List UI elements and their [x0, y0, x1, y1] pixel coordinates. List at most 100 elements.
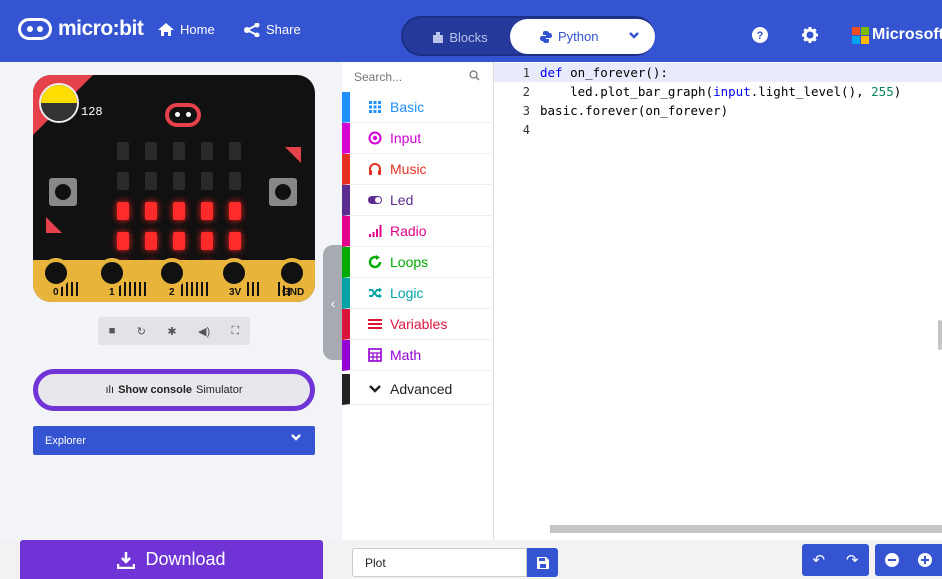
- pin-2[interactable]: [157, 258, 187, 288]
- microbit-board[interactable]: 128 0 1 2 3V GND: [33, 75, 315, 302]
- led-pixel: [201, 142, 213, 160]
- code-line[interactable]: 3 basic.forever(on_forever): [494, 101, 942, 120]
- category-label: Radio: [390, 223, 427, 239]
- show-console-button[interactable]: ılı Show console Simulator: [33, 369, 315, 411]
- microbit-logo-icon[interactable]: [165, 103, 201, 127]
- category-math[interactable]: Math: [342, 340, 494, 371]
- home-icon: [158, 23, 174, 36]
- search-placeholder: Search...: [354, 70, 403, 84]
- bottom-toolbar: Download ↶ ↷: [0, 540, 942, 579]
- tab-blocks-label: Blocks: [449, 29, 488, 45]
- lines-icon: [368, 319, 382, 329]
- category-label: Input: [390, 130, 422, 146]
- toolbox: Search... Basic Input Music Led Radio Loops Lo…: [342, 62, 494, 540]
- simulator-controls: ■ ↻ ✱ ◀) ⛶: [98, 317, 250, 345]
- category-basic[interactable]: Basic: [342, 92, 494, 123]
- download-icon: [117, 551, 136, 569]
- line-number: 4: [522, 122, 530, 137]
- pin-gnd[interactable]: [277, 258, 307, 288]
- code-text: def on_forever():: [540, 65, 668, 80]
- category-label: Math: [390, 347, 422, 363]
- project-name-input[interactable]: [352, 548, 527, 577]
- microbit-logo[interactable]: micro:bit: [18, 17, 144, 41]
- horizontal-scrollbar[interactable]: [550, 525, 942, 533]
- gear-icon[interactable]: [802, 27, 818, 43]
- pin-0[interactable]: [41, 258, 71, 288]
- chevron-down-icon[interactable]: [629, 32, 639, 39]
- save-button[interactable]: [527, 548, 558, 577]
- fullscreen-icon[interactable]: ⛶: [232, 325, 240, 338]
- svg-text:?: ?: [757, 30, 764, 42]
- pin-3v[interactable]: [219, 258, 249, 288]
- headphones-icon: [369, 163, 381, 175]
- stop-icon[interactable]: ■: [109, 325, 116, 337]
- code-text: led.plot_bar_graph(input.light_level(), …: [540, 84, 902, 99]
- target-icon: [368, 131, 382, 145]
- button-a[interactable]: [49, 178, 77, 206]
- led-pixel: [145, 142, 157, 160]
- collapse-simulator-button[interactable]: ‹: [323, 245, 343, 360]
- bar-chart-icon: ılı: [105, 384, 115, 396]
- line-number: 2: [522, 84, 530, 99]
- puzzle-icon: [433, 32, 444, 43]
- category-logic[interactable]: Logic: [342, 278, 494, 309]
- category-radio[interactable]: Radio: [342, 216, 494, 247]
- simulator-panel: 128 0 1 2 3V GND ■ ↻ ✱ ◀) ⛶ ılı Show con…: [0, 62, 342, 540]
- zoom-in-icon[interactable]: [918, 553, 933, 567]
- home-button[interactable]: Home: [158, 22, 215, 37]
- led-pixel: [173, 202, 185, 220]
- category-music[interactable]: Music: [342, 154, 494, 185]
- pin-label: 3V: [229, 287, 242, 298]
- show-console-suffix: Simulator: [196, 384, 243, 396]
- category-label: Loops: [390, 254, 429, 270]
- category-label: Basic: [390, 99, 425, 115]
- explorer-label: Explorer: [45, 434, 86, 447]
- category-loops[interactable]: Loops: [342, 247, 494, 278]
- button-b[interactable]: [269, 178, 297, 206]
- category-label: Led: [390, 192, 414, 208]
- redo-icon[interactable]: ↷: [846, 551, 859, 569]
- light-level-slider[interactable]: [39, 83, 79, 123]
- led-pixel: [201, 232, 213, 250]
- undo-icon[interactable]: ↶: [812, 551, 825, 569]
- code-editor[interactable]: 1 def on_forever(): 2 led.plot_bar_graph…: [494, 62, 942, 540]
- tab-python[interactable]: Python: [510, 19, 655, 54]
- shuffle-icon: [369, 287, 382, 299]
- led-pixel: [229, 232, 241, 250]
- toolbox-search-input[interactable]: Search...: [342, 62, 494, 92]
- pin-label: 2: [169, 287, 175, 298]
- share-button[interactable]: Share: [244, 22, 301, 37]
- microsoft-brand[interactable]: Microsoft: [872, 26, 942, 44]
- category-label: Music: [390, 161, 427, 177]
- microsoft-logo-icon[interactable]: [852, 27, 869, 44]
- code-line[interactable]: 2 led.plot_bar_graph(input.light_level()…: [494, 82, 942, 101]
- category-label: Variables: [390, 316, 448, 332]
- category-advanced[interactable]: Advanced: [342, 374, 494, 405]
- category-label: Logic: [390, 285, 424, 301]
- mute-icon[interactable]: ◀): [198, 325, 210, 338]
- line-number: 1: [522, 65, 530, 80]
- pin-1[interactable]: [97, 258, 127, 288]
- led-pixel: [117, 142, 129, 160]
- vertical-scrollbar[interactable]: [938, 320, 942, 350]
- category-variables[interactable]: Variables: [342, 309, 494, 340]
- button-b-label: [285, 147, 301, 163]
- debug-icon[interactable]: ✱: [167, 325, 176, 338]
- tab-blocks[interactable]: Blocks: [413, 28, 508, 46]
- category-input[interactable]: Input: [342, 123, 494, 154]
- signal-icon: [369, 225, 382, 237]
- help-icon[interactable]: ?: [752, 27, 768, 43]
- zoom-out-icon[interactable]: [884, 553, 899, 567]
- python-icon: [540, 30, 552, 43]
- category-led[interactable]: Led: [342, 185, 494, 216]
- restart-icon[interactable]: ↻: [137, 325, 146, 338]
- explorer-dropdown[interactable]: Explorer: [33, 426, 315, 455]
- led-pixel: [229, 202, 241, 220]
- code-line[interactable]: 4: [494, 120, 942, 139]
- logo-text: micro:bit: [58, 17, 144, 40]
- led-pixel: [173, 232, 185, 250]
- download-button[interactable]: Download: [20, 540, 323, 579]
- light-level-value: 128: [81, 105, 103, 119]
- code-line[interactable]: 1 def on_forever():: [494, 63, 942, 82]
- download-label: Download: [145, 549, 226, 569]
